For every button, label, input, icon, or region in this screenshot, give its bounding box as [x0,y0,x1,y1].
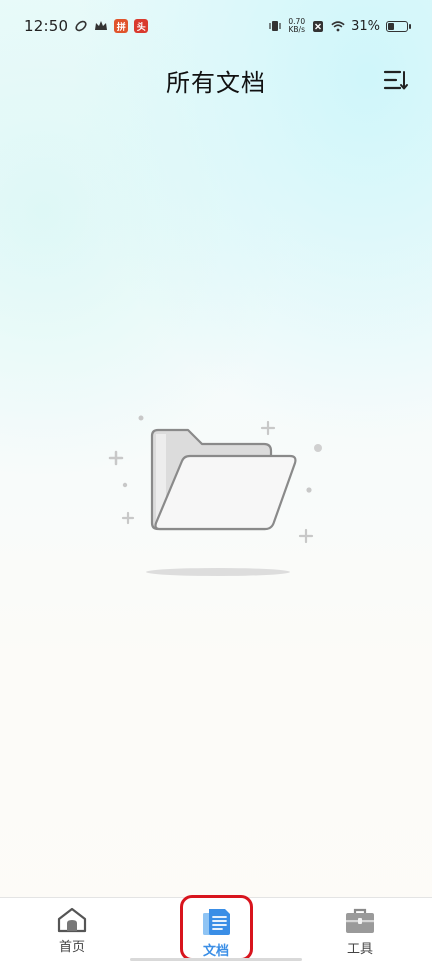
net-speed-unit: KB/s [288,25,305,34]
battery-percent: 31% [351,18,380,34]
clock: 12:50 [24,17,69,35]
page-title: 所有文档 [166,68,266,97]
empty-folder-icon [108,415,322,576]
nav-item-documents[interactable]: 文档 [144,898,288,964]
nav-label-home: 首页 [58,940,85,955]
app-notification-icon: 拼 [114,19,129,33]
status-left: 12:50 拼 头 [24,17,149,35]
sort-icon [383,70,408,90]
header: 所有文档 [0,52,432,108]
battery-icon [386,20,411,32]
toolbox-icon [346,908,374,933]
status-bar: 12:50 拼 头 0.70 KB/s 31% [0,0,432,52]
nav-label-documents: 文档 [202,944,229,959]
sort-button[interactable] [382,66,410,94]
app-notification-icon: 头 [134,19,149,33]
home-icon [57,907,87,933]
no-sim-icon [311,19,325,33]
empty-folder-illustration [104,408,334,608]
sync-icon [74,19,88,33]
home-indicator[interactable] [130,958,302,961]
wifi-icon [331,19,345,33]
battery-fill [388,22,394,30]
status-right: 0.70 KB/s 31% [268,18,411,34]
documents-icon [203,909,230,935]
crown-icon [94,19,108,33]
nav-item-tools[interactable]: 工具 [288,898,432,964]
bottom-nav: 首页 文档 工具 [0,897,432,964]
net-speed: 0.70 KB/s [288,18,305,34]
vibrate-icon [268,19,282,33]
nav-label-tools: 工具 [346,942,373,957]
nav-item-home[interactable]: 首页 [0,898,144,964]
